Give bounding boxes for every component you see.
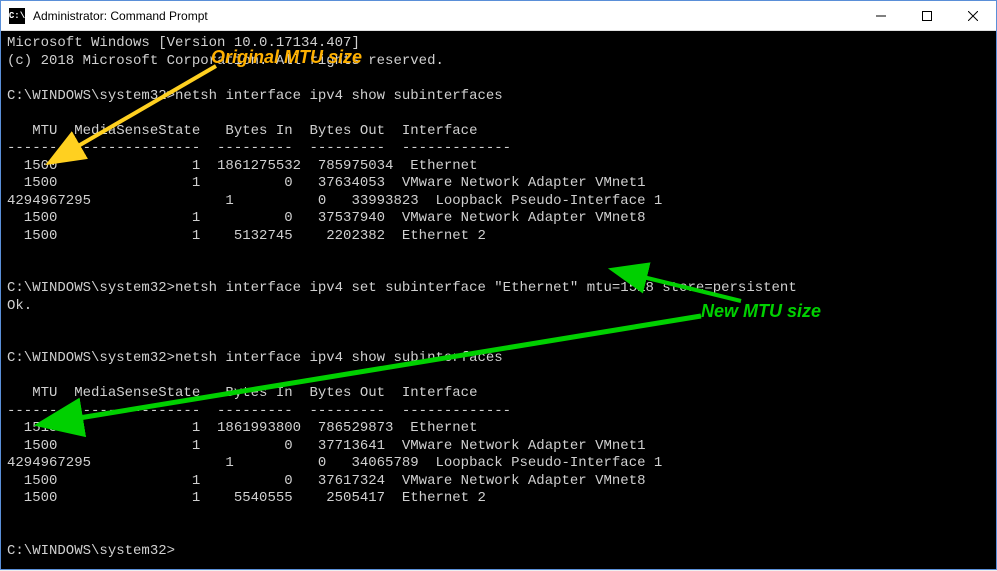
titlebar[interactable]: C:\ Administrator: Command Prompt [1, 1, 996, 31]
command-text: netsh interface ipv4 set subinterface "E… [175, 280, 797, 296]
table-row: 1500 1 0 37617324 VMware Network Adapter… [7, 473, 646, 489]
table-row: 4294967295 1 0 34065789 Loopback Pseudo-… [7, 455, 662, 471]
terminal-line: (c) 2018 Microsoft Corporation. All righ… [7, 53, 444, 69]
command-text: netsh interface ipv4 show subinterfaces [175, 88, 503, 104]
table-row: 1500 1 5540555 2505417 Ethernet 2 [7, 490, 486, 506]
table-row: 1518 1 1861993800 786529873 Ethernet [7, 420, 477, 436]
prompt: C:\WINDOWS\system32> [7, 280, 175, 296]
table-header: MTU MediaSenseState Bytes In Bytes Out I… [7, 123, 477, 139]
command-text: netsh interface ipv4 show subinterfaces [175, 350, 503, 366]
maximize-button[interactable] [904, 1, 950, 30]
table-row: 1500 1 1861275532 785975034 Ethernet [7, 158, 477, 174]
table-divider: ------ --------------- --------- -------… [7, 403, 511, 419]
terminal-output[interactable]: Microsoft Windows [Version 10.0.17134.40… [1, 31, 996, 569]
close-button[interactable] [950, 1, 996, 30]
terminal-line: Microsoft Windows [Version 10.0.17134.40… [7, 35, 360, 51]
table-row: 1500 1 0 37713641 VMware Network Adapter… [7, 438, 646, 454]
minimize-button[interactable] [858, 1, 904, 30]
table-row: 4294967295 1 0 33993823 Loopback Pseudo-… [7, 193, 662, 209]
window-title: Administrator: Command Prompt [33, 9, 858, 23]
prompt: C:\WINDOWS\system32> [7, 350, 175, 366]
prompt: C:\WINDOWS\system32> [7, 88, 175, 104]
table-divider: ------ --------------- --------- -------… [7, 140, 511, 156]
ok-text: Ok. [7, 298, 32, 314]
table-row: 1500 1 0 37537940 VMware Network Adapter… [7, 210, 646, 226]
command-prompt-window: C:\ Administrator: Command Prompt Micros… [0, 0, 997, 570]
window-controls [858, 1, 996, 30]
cmd-icon: C:\ [9, 8, 25, 24]
table-header: MTU MediaSenseState Bytes In Bytes Out I… [7, 385, 477, 401]
table-row: 1500 1 0 37634053 VMware Network Adapter… [7, 175, 646, 191]
prompt: C:\WINDOWS\system32> [7, 543, 175, 559]
table-row: 1500 1 5132745 2202382 Ethernet 2 [7, 228, 486, 244]
